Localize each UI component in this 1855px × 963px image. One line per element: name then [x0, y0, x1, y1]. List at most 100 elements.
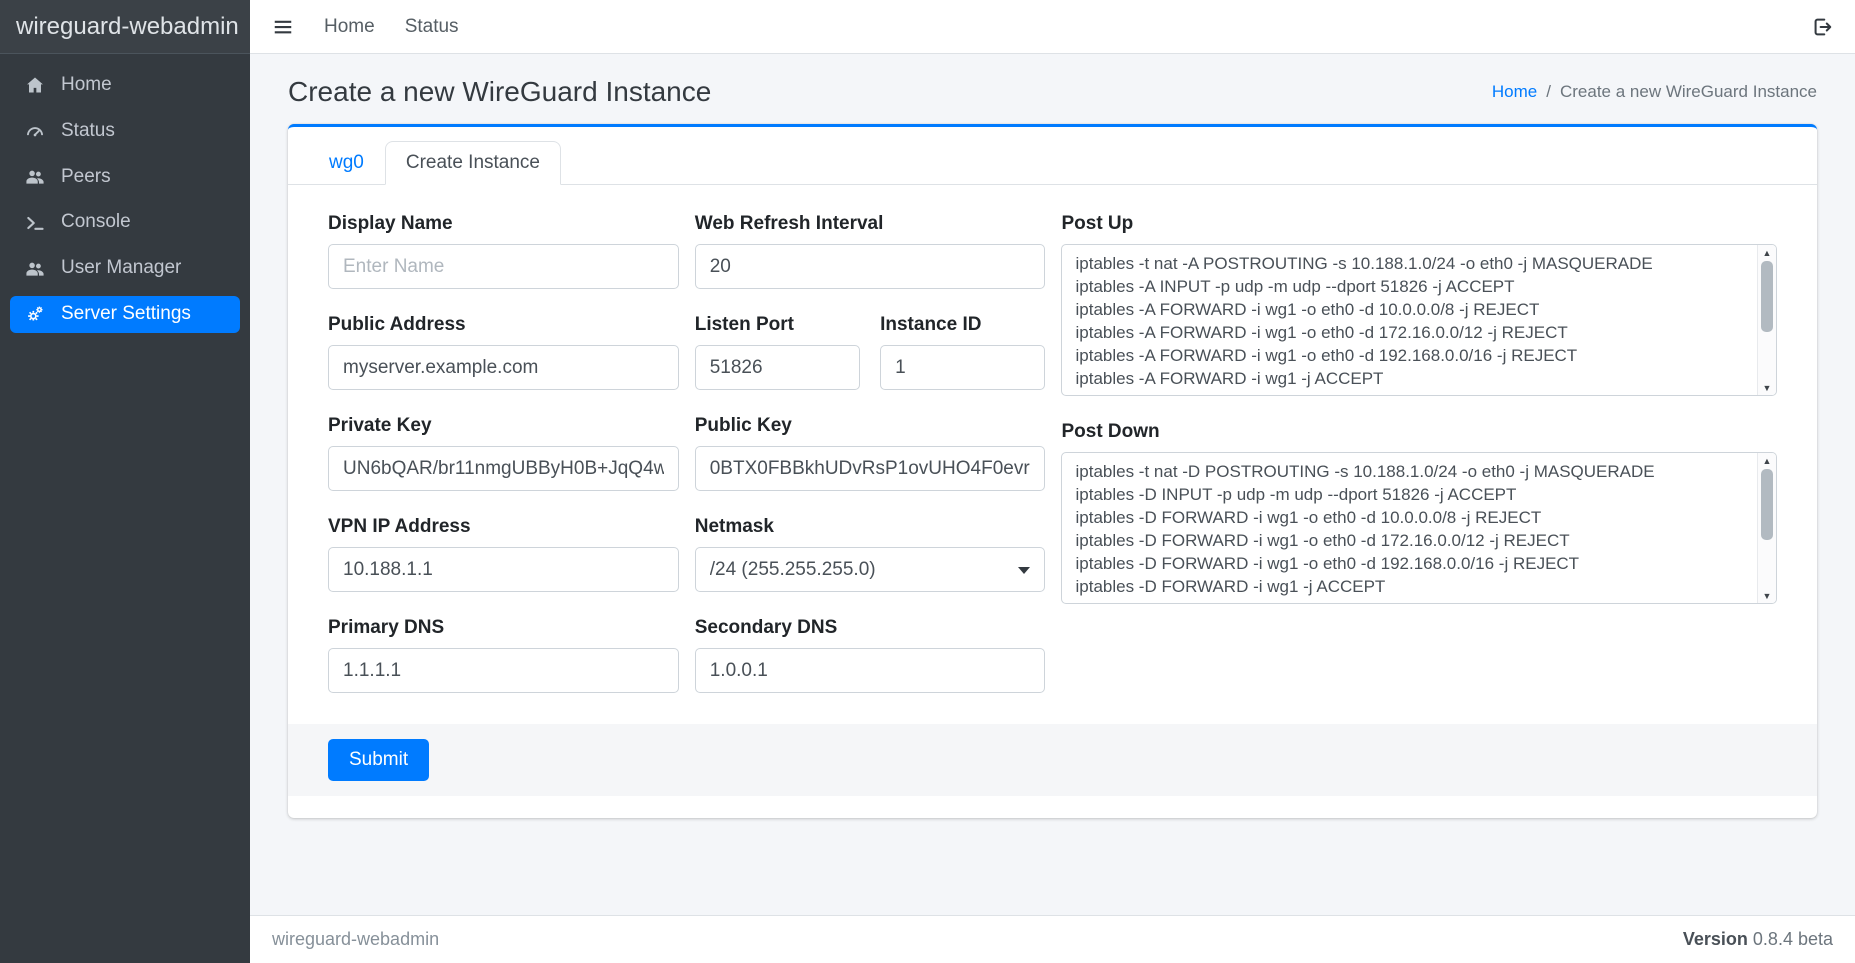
- version-label: Version: [1683, 929, 1748, 949]
- private-key-input[interactable]: [328, 446, 679, 491]
- field-primary-dns: Primary DNS: [328, 617, 679, 693]
- submit-strip: Submit: [288, 724, 1817, 796]
- brand-link[interactable]: wireguard-webadmin: [0, 0, 250, 54]
- tab-create-instance[interactable]: Create Instance: [385, 141, 561, 185]
- scrollbar-thumb[interactable]: [1761, 469, 1773, 540]
- post-up-textarea[interactable]: iptables -t nat -A POSTROUTING -s 10.188…: [1061, 244, 1777, 396]
- form-column-3: Post Up iptables -t nat -A POSTROUTING -…: [1061, 213, 1777, 718]
- post-down-label: Post Down: [1061, 421, 1777, 443]
- field-port-and-id: Listen Port Instance ID: [695, 314, 1046, 390]
- display-name-input[interactable]: [328, 244, 679, 289]
- form-grid: Display Name Public Address Private Key: [328, 213, 1777, 718]
- version-value: 0.8.4 beta: [1753, 929, 1833, 949]
- scrollbar-thumb[interactable]: [1761, 261, 1773, 332]
- field-listen-port: Listen Port: [695, 314, 860, 390]
- sidebar-item-label: Status: [61, 120, 115, 143]
- content: wg0 Create Instance Display Name: [250, 124, 1855, 818]
- breadcrumb: Home / Create a new WireGuard Instance: [1492, 82, 1817, 102]
- post-down-wrap: iptables -t nat -D POSTROUTING -s 10.188…: [1061, 452, 1777, 604]
- post-up-scrollbar: ▲ ▼: [1757, 245, 1776, 395]
- scroll-down-icon[interactable]: ▼: [1758, 380, 1776, 395]
- scrollbar-track[interactable]: [1761, 261, 1773, 379]
- users-icon: [23, 166, 47, 188]
- field-public-key: Public Key: [695, 415, 1046, 491]
- sidebar-item-label: User Manager: [61, 257, 181, 280]
- post-up-label: Post Up: [1061, 213, 1777, 235]
- sidebar-nav: Home Status Peers: [0, 54, 250, 346]
- field-vpn-ip: VPN IP Address: [328, 516, 679, 592]
- field-post-down: Post Down iptables -t nat -D POSTROUTING…: [1061, 421, 1777, 604]
- netmask-select[interactable]: /24 (255.255.255.0): [695, 547, 1046, 592]
- scroll-down-icon[interactable]: ▼: [1758, 588, 1776, 603]
- display-name-label: Display Name: [328, 213, 679, 235]
- instance-card: wg0 Create Instance Display Name: [288, 124, 1817, 818]
- card-bottom-pad: [328, 796, 1777, 818]
- sign-out-icon[interactable]: [1811, 16, 1833, 38]
- instance-id-label: Instance ID: [880, 314, 1045, 336]
- primary-dns-label: Primary DNS: [328, 617, 679, 639]
- vpn-ip-input[interactable]: [328, 547, 679, 592]
- scrollbar-track[interactable]: [1761, 469, 1773, 587]
- post-down-textarea[interactable]: iptables -t nat -D POSTROUTING -s 10.188…: [1061, 452, 1777, 604]
- primary-dns-input[interactable]: [328, 648, 679, 693]
- sidebar-item-server-settings[interactable]: Server Settings: [10, 296, 240, 333]
- sidebar-item-label: Peers: [61, 166, 111, 189]
- app-root: wireguard-webadmin Home Status: [0, 0, 1855, 963]
- public-key-label: Public Key: [695, 415, 1046, 437]
- topbar-link-home[interactable]: Home: [324, 16, 375, 38]
- version-text: Version 0.8.4 beta: [1683, 929, 1833, 950]
- secondary-dns-label: Secondary DNS: [695, 617, 1046, 639]
- topbar-link-status[interactable]: Status: [405, 16, 459, 38]
- web-refresh-label: Web Refresh Interval: [695, 213, 1046, 235]
- home-icon: [23, 74, 47, 96]
- scroll-up-icon[interactable]: ▲: [1758, 453, 1776, 468]
- submit-button[interactable]: Submit: [328, 739, 429, 781]
- content-wrapper: Create a new WireGuard Instance Home / C…: [250, 54, 1855, 915]
- menu-icon[interactable]: [272, 16, 294, 38]
- secondary-dns-input[interactable]: [695, 648, 1046, 693]
- topbar: Home Status: [250, 0, 1855, 54]
- form-column-1: Display Name Public Address Private Key: [328, 213, 679, 718]
- listen-port-label: Listen Port: [695, 314, 860, 336]
- public-address-label: Public Address: [328, 314, 679, 336]
- footer-brand: wireguard-webadmin: [272, 929, 439, 950]
- scroll-up-icon[interactable]: ▲: [1758, 245, 1776, 260]
- netmask-select-wrap: /24 (255.255.255.0): [695, 547, 1046, 592]
- gauge-icon: [23, 120, 47, 142]
- private-key-label: Private Key: [328, 415, 679, 437]
- sidebar-item-peers[interactable]: Peers: [10, 159, 240, 196]
- post-down-scrollbar: ▲ ▼: [1757, 453, 1776, 603]
- tab-wg0[interactable]: wg0: [308, 141, 385, 185]
- sidebar-item-home[interactable]: Home: [10, 67, 240, 104]
- breadcrumb-current: Create a new WireGuard Instance: [1560, 82, 1817, 102]
- content-header: Create a new WireGuard Instance Home / C…: [250, 54, 1855, 124]
- sidebar-item-label: Server Settings: [61, 303, 191, 326]
- page-title: Create a new WireGuard Instance: [288, 76, 711, 108]
- sidebar-item-user-manager[interactable]: User Manager: [10, 250, 240, 287]
- public-address-input[interactable]: [328, 345, 679, 390]
- public-key-input[interactable]: [695, 446, 1046, 491]
- breadcrumb-home-link[interactable]: Home: [1492, 82, 1537, 102]
- field-post-up: Post Up iptables -t nat -A POSTROUTING -…: [1061, 213, 1777, 396]
- sidebar-item-console[interactable]: Console: [10, 204, 240, 241]
- listen-port-input[interactable]: [695, 345, 860, 390]
- web-refresh-input[interactable]: [695, 244, 1046, 289]
- field-private-key: Private Key: [328, 415, 679, 491]
- netmask-label: Netmask: [695, 516, 1046, 538]
- tab-bar: wg0 Create Instance: [288, 127, 1817, 185]
- field-public-address: Public Address: [328, 314, 679, 390]
- sidebar-item-label: Home: [61, 74, 112, 97]
- main-column: Home Status Create a new WireGuard Insta…: [250, 0, 1855, 963]
- sidebar-item-status[interactable]: Status: [10, 113, 240, 150]
- field-secondary-dns: Secondary DNS: [695, 617, 1046, 693]
- cogs-icon: [23, 303, 47, 325]
- breadcrumb-separator: /: [1546, 82, 1551, 102]
- sidebar: wireguard-webadmin Home Status: [0, 0, 250, 963]
- field-netmask: Netmask /24 (255.255.255.0): [695, 516, 1046, 592]
- terminal-icon: [23, 212, 47, 234]
- instance-id-input[interactable]: [880, 345, 1045, 390]
- post-up-wrap: iptables -t nat -A POSTROUTING -s 10.188…: [1061, 244, 1777, 396]
- instance-form: Display Name Public Address Private Key: [288, 185, 1817, 818]
- field-display-name: Display Name: [328, 213, 679, 289]
- main-footer: wireguard-webadmin Version 0.8.4 beta: [250, 915, 1855, 963]
